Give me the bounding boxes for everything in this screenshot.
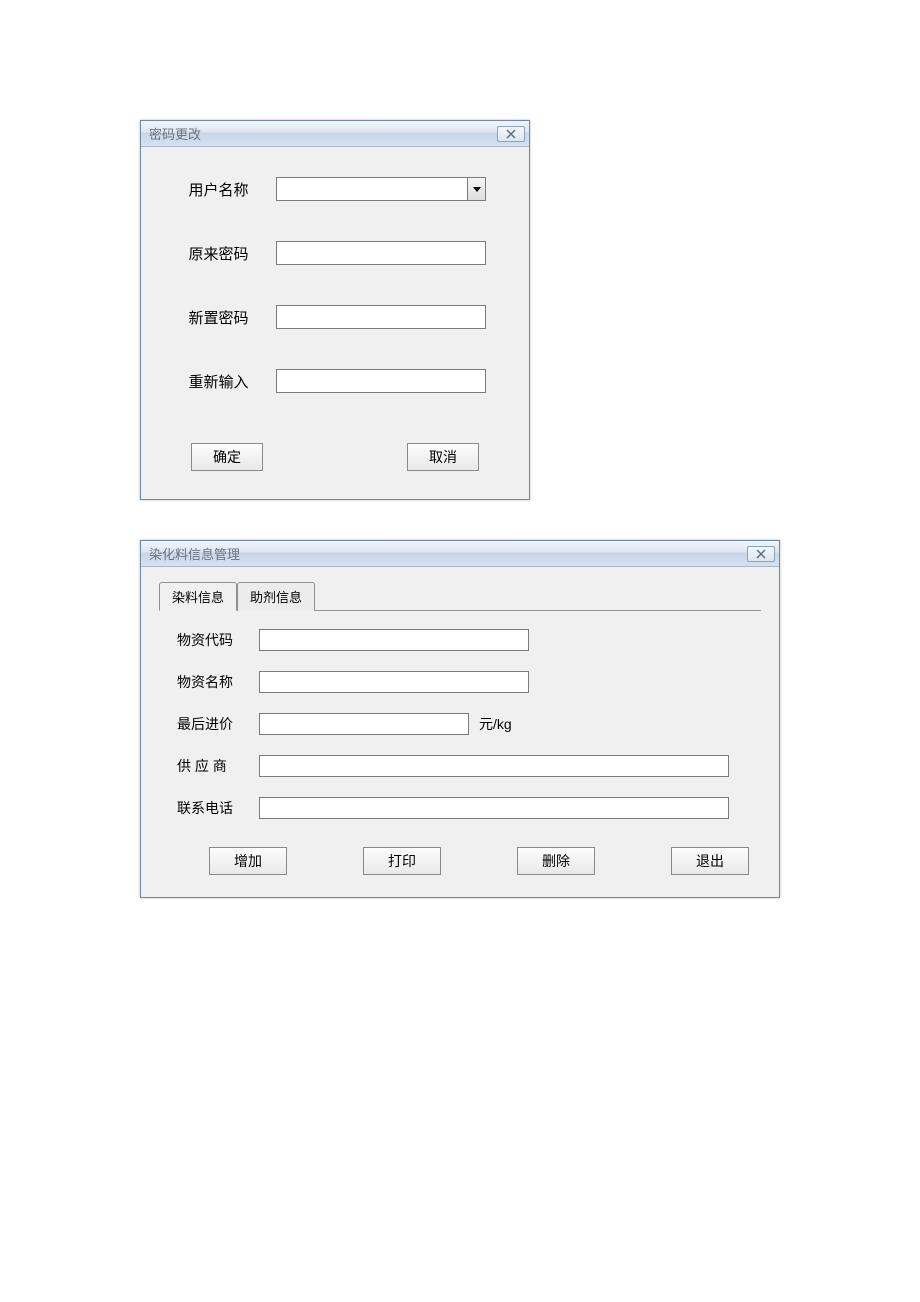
supplier-input[interactable] [259, 755, 729, 777]
window-body: 用户名称 原来密码 新置密码 重新输入 [141, 147, 529, 499]
old-password-label: 原来密码 [171, 243, 276, 264]
supplier-label: 供 应 商 [159, 756, 259, 776]
material-code-input[interactable] [259, 629, 529, 651]
window-title: 染化料信息管理 [149, 544, 240, 563]
username-label: 用户名称 [171, 179, 276, 200]
titlebar: 染化料信息管理 [141, 541, 779, 567]
material-code-label: 物资代码 [159, 630, 259, 650]
old-password-input[interactable] [276, 241, 486, 265]
titlebar: 密码更改 [141, 121, 529, 147]
username-wrap [276, 177, 499, 201]
last-price-input[interactable] [259, 713, 469, 735]
button-row: 增加 打印 删除 退出 [159, 847, 761, 875]
material-name-input[interactable] [259, 671, 529, 693]
row-last-price: 最后进价 元/kg [159, 713, 761, 735]
phone-input[interactable] [259, 797, 729, 819]
row-material-name: 物资名称 [159, 671, 761, 693]
phone-label: 联系电话 [159, 798, 259, 818]
row-username: 用户名称 [171, 177, 499, 201]
price-unit: 元/kg [479, 714, 512, 734]
row-confirm-password: 重新输入 [171, 369, 499, 393]
add-button[interactable]: 增加 [209, 847, 287, 875]
confirm-password-label: 重新输入 [171, 371, 276, 392]
material-info-window: 染化料信息管理 染料信息 助剂信息 物资代码 物资名称 最后进价 元/kg 供 … [140, 540, 780, 898]
tab-additive-info[interactable]: 助剂信息 [237, 582, 315, 611]
chevron-down-icon[interactable] [467, 178, 485, 200]
row-new-password: 新置密码 [171, 305, 499, 329]
username-value[interactable] [277, 178, 467, 200]
row-phone: 联系电话 [159, 797, 761, 819]
last-price-label: 最后进价 [159, 714, 259, 734]
delete-button[interactable]: 删除 [517, 847, 595, 875]
cancel-button[interactable]: 取消 [407, 443, 479, 471]
tab-dye-info[interactable]: 染料信息 [159, 582, 237, 611]
row-material-code: 物资代码 [159, 629, 761, 651]
close-icon [506, 129, 516, 139]
tabs: 染料信息 助剂信息 [159, 581, 761, 611]
close-icon [756, 549, 766, 559]
exit-button[interactable]: 退出 [671, 847, 749, 875]
ok-button[interactable]: 确定 [191, 443, 263, 471]
material-name-label: 物资名称 [159, 672, 259, 692]
new-password-input[interactable] [276, 305, 486, 329]
close-button[interactable] [747, 546, 775, 562]
window-title: 密码更改 [149, 124, 201, 143]
new-password-label: 新置密码 [171, 307, 276, 328]
row-old-password: 原来密码 [171, 241, 499, 265]
row-supplier: 供 应 商 [159, 755, 761, 777]
username-combo[interactable] [276, 177, 486, 201]
window-body: 染料信息 助剂信息 物资代码 物资名称 最后进价 元/kg 供 应 商 联系电话… [141, 567, 779, 897]
password-change-window: 密码更改 用户名称 原来密码 新置密码 [140, 120, 530, 500]
close-button[interactable] [497, 126, 525, 142]
button-row: 确定 取消 [171, 443, 499, 471]
confirm-password-input[interactable] [276, 369, 486, 393]
print-button[interactable]: 打印 [363, 847, 441, 875]
